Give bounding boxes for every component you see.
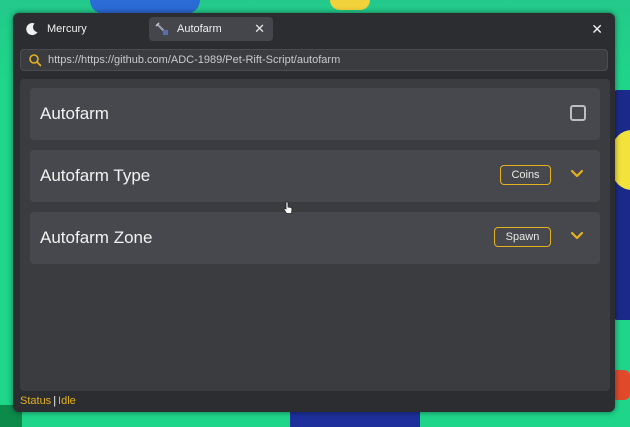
status-label: Status <box>20 395 52 407</box>
script-window: Mercury Autofarm ✕ ✕ Autofarm Autofarm T… <box>13 13 615 412</box>
autofarm-toggle-row[interactable]: Autofarm <box>30 88 600 140</box>
autofarm-zone-row[interactable]: Autofarm Zone Spawn <box>30 212 600 264</box>
address-input[interactable] <box>48 54 588 66</box>
row-label: Autofarm Type <box>40 166 151 185</box>
row-label: Autofarm Zone <box>40 228 153 247</box>
tab-mercury[interactable]: Mercury <box>21 17 141 41</box>
autofarm-zone-value[interactable]: Spawn <box>494 227 551 247</box>
background-shape <box>330 0 370 10</box>
chevron-down-icon[interactable] <box>570 231 584 241</box>
content-panel: Autofarm Autofarm Type Coins Autofarm Zo… <box>20 79 610 391</box>
moon-icon <box>26 23 38 36</box>
chevron-down-icon[interactable] <box>570 169 584 179</box>
status-bar: Status | Idle <box>20 395 76 407</box>
close-window-icon[interactable]: ✕ <box>591 21 603 38</box>
hand-cursor-icon <box>283 201 293 214</box>
autofarm-type-row[interactable]: Autofarm Type Coins <box>30 150 600 202</box>
address-bar[interactable] <box>20 49 608 71</box>
tool-icon <box>155 22 168 35</box>
tab-label: Mercury <box>47 23 87 35</box>
background-shape <box>90 0 200 14</box>
title-bar: Mercury Autofarm ✕ ✕ <box>13 13 615 45</box>
search-icon <box>29 54 42 67</box>
tab-autofarm[interactable]: Autofarm ✕ <box>149 17 273 41</box>
tab-label: Autofarm <box>177 23 222 35</box>
row-label: Autofarm <box>40 104 109 123</box>
status-value: Idle <box>58 395 76 407</box>
status-separator: | <box>53 395 57 407</box>
autofarm-checkbox[interactable] <box>570 105 586 121</box>
autofarm-type-value[interactable]: Coins <box>500 165 551 185</box>
close-tab-icon[interactable]: ✕ <box>254 21 265 37</box>
